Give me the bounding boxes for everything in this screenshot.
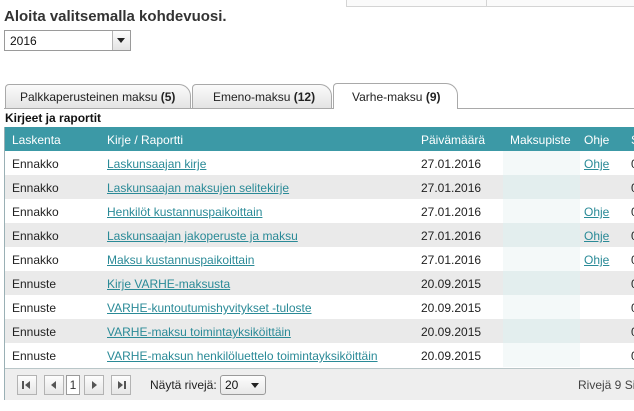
tab-label: Palkkaperusteinen maksu xyxy=(20,90,158,104)
cell-paivamaara: 20.09.2015 xyxy=(421,301,482,315)
cell-laskenta: Ennakko xyxy=(12,253,59,267)
cell-laskenta: Ennuste xyxy=(12,349,57,363)
report-link[interactable]: Laskunsaajan jakoperuste ja maksu xyxy=(107,229,298,243)
column-header-paivamaara[interactable]: Päivämäärä xyxy=(421,133,485,147)
column-header-laskenta[interactable]: Laskenta xyxy=(12,133,61,147)
report-link[interactable]: Henkilöt kustannuspaikoittain xyxy=(107,205,262,219)
report-link[interactable]: VARHE-maksun henkilöluettelo toimintayks… xyxy=(107,349,378,363)
next-page-icon xyxy=(92,381,97,389)
table-row[interactable]: Ennakko Maksu kustannuspaikoittain 27.01.2… xyxy=(5,247,634,271)
report-link[interactable]: VARHE-kuntoutumishyvitykset -tuloste xyxy=(107,301,312,315)
cell-maksupiste xyxy=(503,223,580,247)
year-select-button[interactable] xyxy=(112,31,130,50)
ohje-link[interactable]: Ohje xyxy=(584,229,609,243)
top-strip-cell xyxy=(486,0,634,7)
rows-per-page-value: 20 xyxy=(225,378,239,392)
tab-label: Emeno-maksu xyxy=(213,90,291,104)
cell-maksupiste xyxy=(503,319,580,343)
tab-count: (12) xyxy=(293,90,316,104)
dropdown-caret-icon xyxy=(251,383,259,388)
top-strip-cell xyxy=(346,0,488,7)
cell-paivamaara: 27.01.2016 xyxy=(421,253,482,267)
cell-maksupiste xyxy=(503,175,580,199)
cell-maksupiste xyxy=(503,343,580,367)
tab-varhe[interactable]: Varhe-maksu (9) xyxy=(333,83,458,109)
top-strip xyxy=(0,0,634,7)
tab-count: (9) xyxy=(425,90,441,104)
column-header-ohje[interactable]: Ohje xyxy=(584,133,609,147)
cell-paivamaara: 27.01.2016 xyxy=(421,157,482,171)
table-row[interactable]: Ennakko Laskunsaajan jakoperuste ja maksu… xyxy=(5,223,634,247)
cell-maksupiste xyxy=(503,199,580,223)
cell-laskenta: Ennakko xyxy=(12,157,59,171)
grid-header: Laskenta Kirje / Raportti Päivämäärä Mak… xyxy=(5,127,634,151)
report-link[interactable]: Kirje VARHE-maksusta xyxy=(107,277,230,291)
cell-laskenta: Ennakko xyxy=(12,181,59,195)
prev-page-icon xyxy=(51,381,56,389)
table-row[interactable]: Ennuste VARHE-kuntoutumishyvitykset -tulo… xyxy=(5,295,634,319)
rows-per-page-select[interactable]: 20 xyxy=(220,375,266,395)
chevron-down-icon xyxy=(117,38,125,43)
cell-paivamaara: 27.01.2016 xyxy=(421,205,482,219)
first-page-icon xyxy=(22,381,24,389)
ohje-link[interactable]: Ohje xyxy=(584,157,609,171)
cell-maksupiste xyxy=(503,247,580,271)
tab-emeno[interactable]: Emeno-maksu (12) xyxy=(192,84,332,108)
cell-maksupiste xyxy=(503,151,580,175)
cell-laskenta: Ennakko xyxy=(12,205,59,219)
table-row[interactable]: EnnusteKirje VARHE-maksusta20.09.20150 xyxy=(5,271,634,295)
cell-laskenta: Ennuste xyxy=(12,325,57,339)
first-page-icon xyxy=(25,381,30,389)
year-select[interactable]: 2016 xyxy=(4,30,131,51)
page-number[interactable]: 1 xyxy=(66,375,80,395)
table-row[interactable]: Ennakko Henkilöt kustannuspaikoittain 27.0… xyxy=(5,199,634,223)
tab-count: (5) xyxy=(160,90,176,104)
cell-paivamaara: 27.01.2016 xyxy=(421,229,482,243)
ohje-link[interactable]: Ohje xyxy=(584,205,609,219)
last-page-icon xyxy=(124,381,126,389)
tab-divider xyxy=(4,108,634,109)
reports-grid: Laskenta Kirje / Raportti Päivämäärä Mak… xyxy=(4,127,634,400)
first-page-button[interactable] xyxy=(17,375,37,395)
cell-laskenta: Ennuste xyxy=(12,301,57,315)
column-header-kirje[interactable]: Kirje / Raportti xyxy=(107,133,183,147)
column-header-maksupiste[interactable]: Maksupiste xyxy=(510,133,571,147)
tab-label: Varhe-maksu xyxy=(352,90,423,104)
ohje-link[interactable]: Ohje xyxy=(584,253,609,267)
cell-paivamaara: 20.09.2015 xyxy=(421,325,482,339)
report-link[interactable]: Laskunsaajan maksujen selitekirje xyxy=(107,181,289,195)
cell-paivamaara: 20.09.2015 xyxy=(421,349,482,363)
page-heading: Aloita valitsemalla kohdevuosi. xyxy=(4,8,227,25)
rows-per-page-label: Näytä rivejä: xyxy=(150,378,217,392)
report-link[interactable]: Maksu kustannuspaikoittain xyxy=(107,253,254,267)
year-select-value: 2016 xyxy=(10,34,37,48)
next-page-button[interactable] xyxy=(84,375,104,395)
last-page-button[interactable] xyxy=(111,375,131,395)
report-link[interactable]: VARHE-maksu toimintayksiköittäin xyxy=(107,325,291,339)
report-link[interactable]: Laskunsaajan kirje xyxy=(107,157,206,171)
cell-maksupiste xyxy=(503,271,580,295)
cell-paivamaara: 20.09.2015 xyxy=(421,277,482,291)
cell-laskenta: Ennuste xyxy=(12,277,57,291)
pager: 1 Näytä rivejä: 20 Rivejä 9 Siv xyxy=(5,368,634,400)
table-row[interactable]: EnnakkoLaskunsaajan kirje27.01.2016Ohje0 xyxy=(5,151,634,175)
prev-page-button[interactable] xyxy=(44,375,64,395)
table-row[interactable]: Ennuste VARHE-maksun henkilöluettelo toim… xyxy=(5,343,634,367)
pager-info: Rivejä 9 Siv xyxy=(578,378,634,392)
last-page-icon xyxy=(118,381,123,389)
table-row[interactable]: Ennuste VARHE-maksu toimintayksiköittäin 2… xyxy=(5,319,634,343)
table-row[interactable]: Ennakko Laskunsaajan maksujen selitekirje… xyxy=(5,175,634,199)
cell-laskenta: Ennakko xyxy=(12,229,59,243)
tab-palkkaperusteinen[interactable]: Palkkaperusteinen maksu (5) xyxy=(5,84,191,108)
cell-paivamaara: 27.01.2016 xyxy=(421,181,482,195)
cell-maksupiste xyxy=(503,295,580,319)
section-title: Kirjeet ja raportit xyxy=(5,111,102,125)
